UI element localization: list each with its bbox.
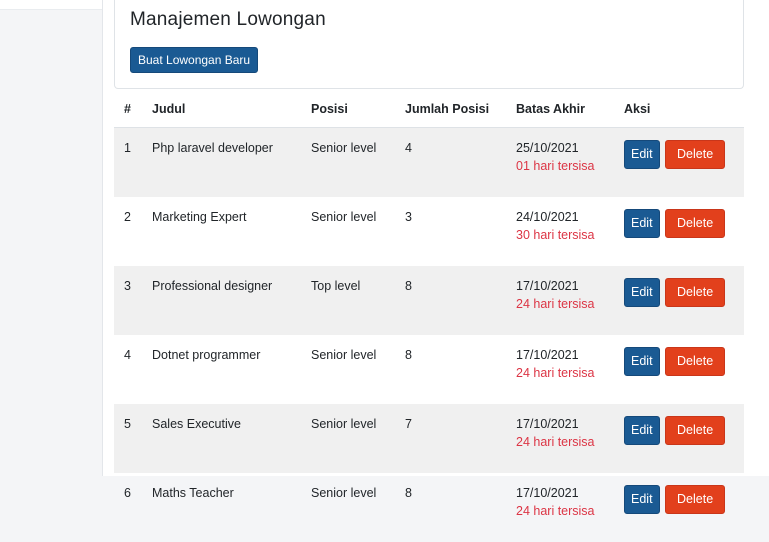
job-days-remaining: 24 hari tersisa (516, 366, 595, 380)
delete-button[interactable]: Delete (665, 485, 726, 514)
job-position: Senior level (311, 404, 405, 473)
row-number: 6 (124, 486, 131, 500)
job-position-count: 8 (405, 266, 516, 335)
job-days-remaining: 24 hari tersisa (516, 297, 595, 311)
job-position: Senior level (311, 210, 377, 224)
row-number: 3 (114, 266, 152, 335)
delete-button[interactable]: Delete (665, 140, 726, 169)
job-actions: Edit Delete (624, 197, 744, 266)
job-actions: Edit Delete (624, 127, 744, 197)
table-row: 1 Php laravel developer Senior level 4 2… (114, 127, 744, 197)
job-position-count: 3 (405, 210, 412, 224)
row-number: 5 (114, 404, 152, 473)
header-actions: Aksi (624, 90, 744, 128)
table-row: 4 Dotnet programmer Senior level 8 17/10… (114, 335, 744, 404)
row-number: 2 (124, 210, 131, 224)
delete-button[interactable]: Delete (665, 209, 726, 238)
job-position: Senior level (311, 486, 377, 500)
job-deadline-date: 24/10/2021 (516, 210, 579, 224)
table-row: 5 Sales Executive Senior level 7 17/10/2… (114, 404, 744, 473)
job-deadline-date: 17/10/2021 (516, 348, 579, 362)
job-title: Dotnet programmer (152, 348, 261, 362)
header-title: Judul (152, 90, 311, 128)
job-position-count: 8 (405, 348, 412, 362)
job-actions: Edit Delete (624, 266, 744, 335)
job-position-count: 7 (405, 404, 516, 473)
job-days-remaining: 24 hari tersisa (516, 504, 595, 518)
job-deadline-cell: 17/10/2021 24 hari tersisa (516, 473, 624, 542)
header-deadline: Batas Akhir (516, 90, 624, 128)
row-number: 4 (124, 348, 131, 362)
job-position-count: 4 (405, 127, 516, 197)
job-title: Professional designer (152, 266, 311, 335)
create-job-button[interactable]: Buat Lowongan Baru (130, 47, 259, 73)
jobs-table: # Judul Posisi Jumlah Posisi Batas Akhir… (114, 90, 744, 542)
header-position: Posisi (311, 90, 405, 128)
job-actions: Edit Delete (624, 404, 744, 473)
job-title: Php laravel developer (152, 127, 311, 197)
job-days-remaining: 30 hari tersisa (516, 228, 595, 242)
table-header-row: # Judul Posisi Jumlah Posisi Batas Akhir… (114, 90, 744, 128)
edit-button[interactable]: Edit (624, 347, 660, 376)
delete-button[interactable]: Delete (665, 347, 726, 376)
table-row: 2 Marketing Expert Senior level 3 24/10/… (114, 197, 744, 266)
edit-button[interactable]: Edit (624, 209, 660, 238)
main-content: Manajemen Lowongan Buat Lowongan Baru # … (102, 0, 769, 518)
job-title: Sales Executive (152, 404, 311, 473)
edit-button[interactable]: Edit (624, 140, 660, 169)
job-deadline-cell: 17/10/2021 24 hari tersisa (516, 404, 624, 473)
header-position-count: Jumlah Posisi (405, 90, 516, 128)
job-title: Maths Teacher (152, 486, 234, 500)
edit-button[interactable]: Edit (624, 278, 660, 307)
edit-button[interactable]: Edit (624, 416, 660, 445)
delete-button[interactable]: Delete (665, 416, 726, 445)
job-days-remaining: 24 hari tersisa (516, 435, 595, 449)
job-position: Senior level (311, 127, 405, 197)
header-card: Manajemen Lowongan Buat Lowongan Baru (114, 0, 744, 89)
table-row: 6 Maths Teacher Senior level 8 17/10/202… (114, 473, 744, 542)
header-number: # (114, 90, 152, 128)
job-deadline-date: 17/10/2021 (516, 417, 579, 431)
page-title: Manajemen Lowongan (130, 9, 326, 30)
job-deadline-cell: 17/10/2021 24 hari tersisa (516, 266, 624, 335)
job-position-count: 8 (405, 486, 412, 500)
job-actions: Edit Delete (624, 473, 744, 542)
delete-button[interactable]: Delete (665, 278, 726, 307)
job-title: Marketing Expert (152, 210, 247, 224)
job-deadline-cell: 17/10/2021 24 hari tersisa (516, 335, 624, 404)
job-deadline-date: 17/10/2021 (516, 279, 579, 293)
job-deadline-date: 25/10/2021 (516, 141, 579, 155)
row-number: 1 (114, 127, 152, 197)
job-actions: Edit Delete (624, 335, 744, 404)
job-days-remaining: 01 hari tersisa (516, 159, 595, 173)
job-deadline-cell: 25/10/2021 01 hari tersisa (516, 127, 624, 197)
job-position: Senior level (311, 348, 377, 362)
job-position: Top level (311, 266, 405, 335)
job-deadline-cell: 24/10/2021 30 hari tersisa (516, 197, 624, 266)
edit-button[interactable]: Edit (624, 485, 660, 514)
table-row: 3 Professional designer Top level 8 17/1… (114, 266, 744, 335)
job-deadline-date: 17/10/2021 (516, 486, 579, 500)
